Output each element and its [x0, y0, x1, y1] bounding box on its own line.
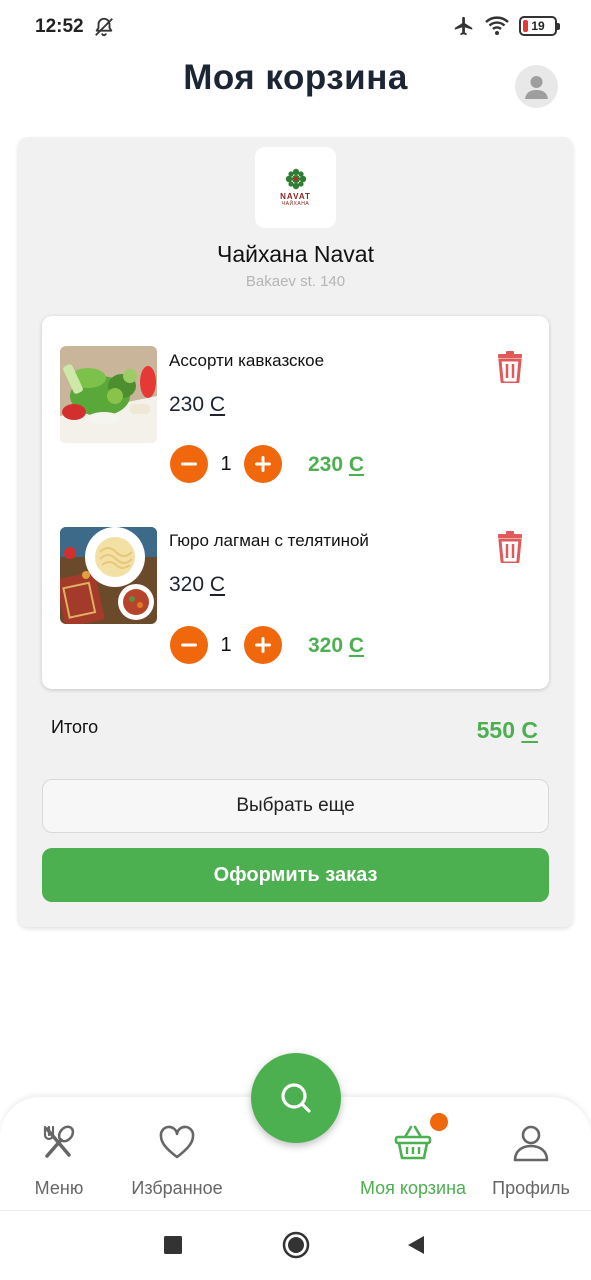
total-value: 550 С: [476, 717, 538, 743]
plus-icon: [255, 637, 271, 653]
delete-item-icon[interactable]: [495, 351, 525, 383]
user-avatar-icon: [525, 76, 548, 99]
delete-item-icon[interactable]: [495, 531, 525, 563]
item-total: 230 С: [308, 453, 365, 476]
nav-label: Избранное: [131, 1178, 223, 1198]
decrease-quantity-button[interactable]: [170, 445, 208, 483]
notifications-off-icon: [95, 17, 113, 37]
choose-more-button[interactable]: Выбрать еще: [42, 779, 549, 833]
user-icon: [513, 1125, 549, 1162]
logo-subtitle: ЧАЙХАНА: [281, 201, 310, 207]
status-bar: 12:52 19: [0, 0, 591, 56]
minus-icon: [181, 643, 197, 647]
item-total: 320 С: [308, 634, 365, 657]
nav-item-favorites[interactable]: Избранное: [127, 1097, 227, 1210]
page-title: Моя корзина: [183, 58, 408, 97]
nav-label: Меню: [34, 1178, 84, 1198]
lagman-dish-image: [60, 527, 157, 624]
basket-icon: [394, 1125, 432, 1160]
food-platter-image: [60, 346, 157, 443]
nav-item-profile[interactable]: Профиль: [488, 1097, 574, 1210]
nav-item-cart[interactable]: Моя корзина: [353, 1097, 473, 1210]
search-button[interactable]: [251, 1053, 341, 1143]
nav-label: Профиль: [492, 1178, 570, 1198]
airplane-icon: [454, 16, 473, 36]
status-time: 12:52: [35, 16, 84, 37]
avatar[interactable]: [515, 65, 558, 108]
heart-icon: [159, 1125, 195, 1159]
total-label: Итого: [51, 717, 99, 737]
plus-icon: [255, 456, 271, 472]
battery-indicator: 19: [519, 16, 560, 36]
cart-items-list: Ассорти кавказское 230 С 1 230 С Гюро ла…: [42, 316, 549, 689]
logo-title: NAVAT: [280, 192, 311, 201]
cart-item: Гюро лагман с телятиной 320 С 1 320 С: [42, 496, 549, 664]
system-navigation-bar: [0, 1210, 591, 1280]
home-icon[interactable]: [282, 1231, 310, 1259]
nav-label: Моя корзина: [359, 1178, 467, 1198]
cart-item: Ассорти кавказское 230 С 1 230 С: [42, 316, 549, 483]
logo-ornament-icon: [285, 168, 306, 190]
restaurant-logo: NAVAT ЧАЙХАНА: [255, 147, 336, 228]
item-photo: [60, 527, 157, 624]
restaurant-name: Чайхана Navat: [217, 241, 374, 267]
search-icon: [281, 1083, 311, 1113]
back-icon[interactable]: [406, 1235, 426, 1255]
item-name: Гюро лагман с телятиной: [169, 531, 369, 550]
recents-icon[interactable]: [164, 1236, 182, 1254]
increase-quantity-button[interactable]: [244, 626, 282, 664]
item-price: 230 С: [169, 393, 226, 416]
cart-badge: [430, 1113, 448, 1131]
item-quantity: 1: [220, 634, 232, 656]
item-price: 320 С: [169, 573, 226, 596]
wifi-icon: [485, 16, 509, 35]
minus-icon: [181, 462, 197, 466]
item-photo: [60, 346, 157, 443]
utensils-icon: [43, 1125, 75, 1158]
increase-quantity-button[interactable]: [244, 445, 282, 483]
restaurant-address: Bakaev st. 140: [245, 273, 346, 290]
decrease-quantity-button[interactable]: [170, 626, 208, 664]
item-quantity: 1: [220, 453, 232, 475]
cart-card: NAVAT ЧАЙХАНА Чайхана Navat Bakaev st. 1…: [18, 137, 573, 927]
item-name: Ассорти кавказское: [169, 351, 325, 370]
place-order-button[interactable]: Оформить заказ: [42, 848, 549, 902]
nav-item-menu[interactable]: Меню: [20, 1097, 98, 1210]
